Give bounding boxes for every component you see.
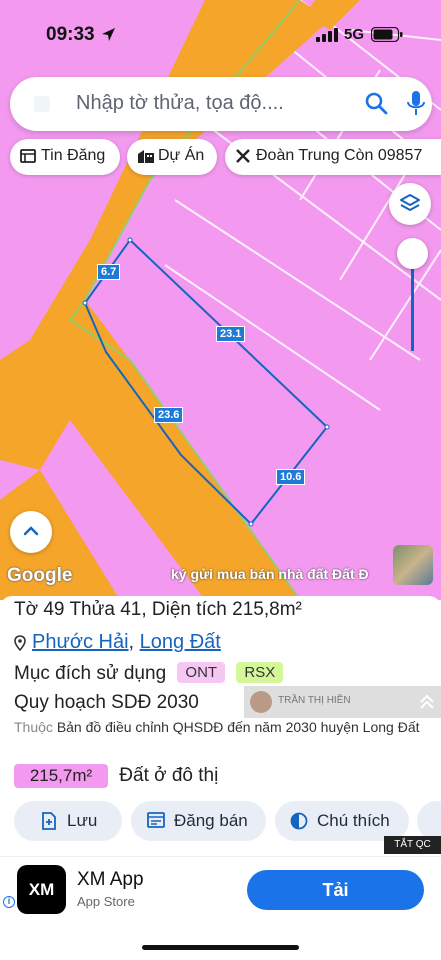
legend-label: Chú thích (317, 811, 390, 830)
chip-label: Đoàn Trung Còn 09857 (256, 147, 423, 164)
battery-icon (371, 27, 403, 42)
district-link[interactable]: Long Đất (140, 631, 221, 653)
network-type: 5G (344, 26, 365, 43)
parcel-title: Tờ 49 Thửa 41, Diện tích 215,8m² (14, 599, 302, 620)
save-icon (42, 812, 56, 830)
microphone-icon[interactable] (406, 90, 426, 118)
app-logo-icon (34, 96, 50, 112)
ticker-text: ký gửi mua bán nhà đất Đất Đ (171, 566, 369, 582)
chip-projects[interactable]: Dự Án (127, 139, 217, 175)
save-label: Lưu (67, 811, 98, 830)
location-line: Phước Hải, Long Đất (14, 631, 221, 654)
sell-button[interactable]: Đăng bán (131, 801, 266, 841)
chip-label: Dự Án (158, 147, 205, 164)
zone-label: Đất ở đô thị (119, 765, 219, 786)
lot-number: 41 (120, 599, 142, 620)
dimension-label: 23.6 (154, 407, 184, 423)
map-pin-icon (14, 634, 26, 651)
dimension-label: 23.1 (216, 326, 246, 342)
ad-app-name: XM App (77, 869, 144, 890)
chip-label: Tin Đăng (41, 147, 106, 164)
ward-link[interactable]: Phước Hải (32, 631, 129, 653)
ad-app-logo: XM (17, 865, 66, 914)
purpose-label: Mục đích sử dụng (14, 663, 167, 684)
ad-banner[interactable]: XM i XM App App Store Tải (0, 856, 441, 922)
owner-name: TRẦN THỊ HIỀN (278, 695, 351, 706)
dimension-label: 6.7 (97, 264, 121, 280)
dimension-label: 10.6 (276, 469, 306, 485)
ad-info-icon[interactable]: i (3, 896, 15, 908)
purpose-line: Mục đích sử dụng ONT RSX (14, 662, 284, 685)
layers-button[interactable] (389, 183, 431, 225)
search-icon[interactable] (364, 91, 388, 115)
google-attribution: Google (7, 565, 73, 586)
avatar (250, 691, 272, 713)
zone-line: 215,7m² Đất ở đô thị (14, 764, 218, 788)
chevron-up-icon (23, 526, 39, 536)
search-bar[interactable]: Nhập tờ thửa, tọa độ.... (10, 77, 432, 131)
parcel-info-panel: Tờ 49 Thửa 41, Diện tích 215,8m² Phước H… (0, 596, 441, 856)
thumbnail-image[interactable] (393, 545, 433, 585)
sell-label: Đăng bán (174, 811, 248, 830)
sheet-label: Tờ (14, 599, 39, 620)
sheet-number: 49 (43, 599, 65, 620)
zone-area-badge: 215,7m² (14, 764, 108, 788)
opacity-slider-knob[interactable] (397, 238, 428, 269)
lot-label: Thửa (69, 599, 115, 620)
signal-icon (316, 28, 338, 42)
chip-listings[interactable]: Tin Đăng (10, 139, 120, 175)
more-actions-button[interactable] (417, 801, 441, 841)
location-arrow-icon (102, 28, 115, 41)
plan-label: Quy hoạch SDĐ 2030 (14, 692, 199, 713)
chip-contact[interactable]: Đoàn Trung Còn 09857 (225, 139, 441, 175)
area-label: Diện tích (151, 599, 227, 620)
home-indicator[interactable] (142, 945, 299, 950)
sell-icon (147, 812, 165, 828)
tools-icon (236, 149, 250, 163)
owner-overlay: TRẦN THỊ HIỀN (244, 686, 441, 718)
status-time: 09:33 (46, 24, 95, 45)
belongs-prefix: Thuộc (14, 719, 53, 735)
building-icon (138, 150, 154, 163)
save-button[interactable]: Lưu (14, 801, 122, 841)
ad-store-name: App Store (77, 894, 135, 909)
legend-icon (290, 812, 308, 830)
layers-icon (400, 194, 420, 211)
ad-download-button[interactable]: Tải (247, 870, 424, 910)
search-input[interactable]: Nhập tờ thửa, tọa độ.... (76, 92, 284, 115)
status-bar: 09:33 5G (0, 0, 441, 70)
legend-button[interactable]: Chú thích (275, 801, 409, 841)
purpose-tag[interactable]: ONT (177, 662, 226, 683)
area-value: 215,8m² (232, 599, 302, 620)
expand-button[interactable] (10, 511, 52, 553)
chevrons-up-icon (420, 694, 434, 709)
plan-source: Thuộc Bản đồ điều chỉnh QHSDĐ đến năm 20… (14, 717, 434, 737)
purpose-tag[interactable]: RSX (236, 662, 284, 683)
map-view[interactable]: 6.7 23.1 23.6 10.6 09:33 5G Nhập tờ thửa… (0, 0, 441, 600)
close-ad-button[interactable]: TẮT QC (384, 836, 441, 854)
belongs-text: Bản đồ điều chỉnh QHSDĐ đến năm 2030 huy… (56, 719, 420, 735)
listing-icon (20, 149, 36, 163)
